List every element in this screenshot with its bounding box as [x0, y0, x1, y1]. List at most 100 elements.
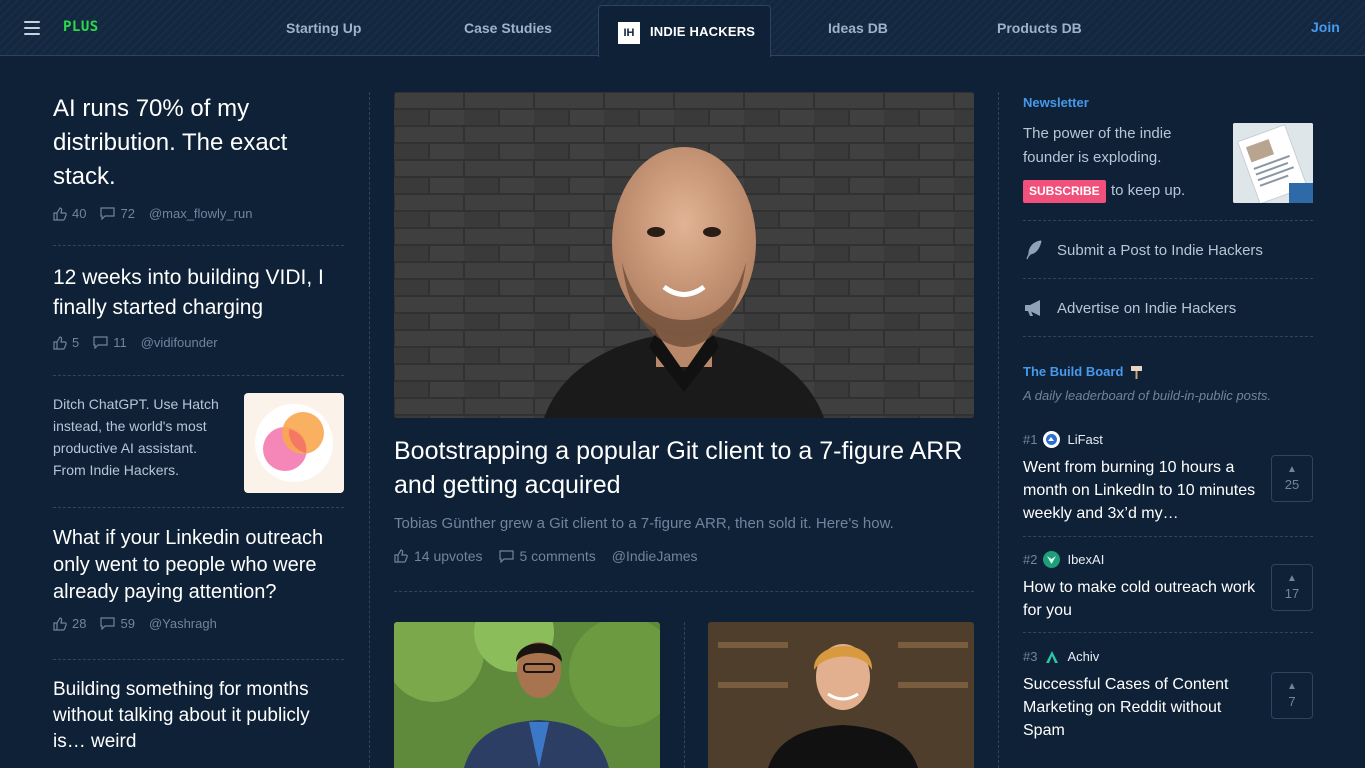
build-board-item-head: #2 IbexAI — [1023, 551, 1313, 568]
feather-icon — [1023, 240, 1045, 260]
feed-post: What if your Linkedin outreach only went… — [53, 525, 344, 631]
plus-logo[interactable]: PLUS — [63, 19, 99, 35]
post-title[interactable]: Building something for months without ta… — [53, 677, 344, 755]
comment-count[interactable]: 5 comments — [520, 548, 596, 564]
build-board-item: #3 Achiv Successful Cases of Content Mar… — [1023, 648, 1313, 742]
post-author[interactable]: @Yashragh — [149, 616, 217, 631]
join-link[interactable]: Join — [1311, 19, 1340, 35]
newsletter-preview-image[interactable] — [1233, 123, 1313, 203]
submit-post-label: Submit a Post to Indie Hackers — [1057, 241, 1263, 259]
nav-link-case-studies[interactable]: Case Studies — [464, 20, 552, 36]
like-count: 28 — [72, 616, 87, 631]
divider — [53, 659, 344, 660]
lifast-avatar-icon[interactable] — [1043, 431, 1061, 448]
chevron-up-icon: ▲ — [1287, 464, 1297, 475]
nav-link-products-db[interactable]: Products DB — [997, 20, 1082, 36]
divider — [1023, 536, 1313, 537]
thumbs-up-icon[interactable] — [394, 549, 408, 563]
product-name[interactable]: IbexAI — [1067, 552, 1104, 567]
product-name[interactable]: LiFast — [1067, 432, 1102, 447]
newsletter-label[interactable]: Newsletter — [1023, 95, 1089, 110]
build-board-title: The Build Board — [1023, 364, 1124, 379]
nav-link-starting-up[interactable]: Starting Up — [286, 20, 361, 36]
divider — [394, 591, 974, 592]
build-board-subtitle: A daily leaderboard of build-in-public p… — [1023, 388, 1272, 403]
divider — [1023, 278, 1313, 279]
post-title[interactable]: What if your Linkedin outreach only went… — [53, 525, 344, 606]
thumbs-up-icon[interactable] — [53, 206, 67, 221]
rank: #1 — [1023, 432, 1038, 447]
signpost-icon — [1130, 365, 1143, 379]
rank: #2 — [1023, 552, 1038, 567]
build-board-item: #1 LiFast Went from burning 10 hours a m… — [1023, 431, 1313, 525]
advertise-label: Advertise on Indie Hackers — [1057, 299, 1237, 317]
comment-count: 59 — [120, 616, 135, 631]
build-board-label[interactable]: The Build Board — [1023, 364, 1143, 379]
post-title[interactable]: 12 weeks into building VIDI, I finally s… — [53, 263, 344, 323]
build-board-item-head: #3 Achiv — [1023, 648, 1313, 665]
nav-link-ideas-db[interactable]: Ideas DB — [828, 20, 888, 36]
nav-tab-indie-hackers[interactable]: IH INDIE HACKERS — [598, 5, 771, 57]
build-board-post-title[interactable]: Went from burning 10 hours a month on Li… — [1023, 456, 1259, 525]
submit-post-link[interactable]: Submit a Post to Indie Hackers — [1023, 238, 1313, 262]
indie-hackers-logo-icon: IH — [618, 22, 640, 44]
post-author[interactable]: @vidifounder — [141, 335, 218, 350]
build-board-post-title[interactable]: How to make cold outreach work for you — [1023, 576, 1259, 622]
vote-count: 17 — [1284, 586, 1300, 601]
thumbs-up-icon[interactable] — [53, 335, 67, 350]
divider — [1023, 220, 1313, 221]
build-board-item: #2 IbexAI How to make cold outreach work… — [1023, 551, 1313, 622]
advertise-link[interactable]: Advertise on Indie Hackers — [1023, 296, 1313, 320]
newsletter-text: The power of the indie founder is explod… — [1023, 125, 1172, 166]
upvote-button[interactable]: ▲ 17 — [1271, 564, 1313, 611]
product-name[interactable]: Achiv — [1067, 649, 1099, 664]
upvote-button[interactable]: ▲ 7 — [1271, 672, 1313, 719]
rank: #3 — [1023, 649, 1038, 664]
sponsored-ad: Ditch ChatGPT. Use Hatch instead, the wo… — [53, 393, 344, 493]
feed-post: AI runs 70% of my distribution. The exac… — [53, 92, 344, 221]
comment-count: 11 — [113, 335, 127, 350]
divider — [53, 375, 344, 376]
featured-post-title[interactable]: Bootstrapping a popular Git client to a … — [394, 434, 974, 502]
divider — [53, 245, 344, 246]
divider — [53, 507, 344, 508]
post-meta: 5 11 @vidifounder — [53, 335, 344, 350]
newsletter-suffix: to keep up. — [1111, 182, 1186, 199]
post-thumbnail[interactable] — [394, 622, 660, 768]
post-author[interactable]: @IndieJames — [612, 548, 698, 564]
post-title[interactable]: AI runs 70% of my distribution. The exac… — [53, 92, 344, 194]
post-meta: 28 59 @Yashragh — [53, 616, 344, 631]
chevron-up-icon: ▲ — [1287, 573, 1297, 584]
featured-post-meta: 14 upvotes 5 comments @IndieJames — [394, 548, 698, 564]
post-meta: 40 72 @max_flowly_run — [53, 206, 344, 221]
subscribe-button[interactable]: SUBSCRIBE — [1023, 180, 1106, 203]
column-divider — [998, 92, 999, 768]
comment-icon[interactable] — [100, 617, 116, 630]
feed-post: Building something for months without ta… — [53, 677, 344, 755]
post-author[interactable]: @max_flowly_run — [149, 206, 253, 221]
comment-count: 72 — [120, 206, 135, 221]
divider — [1023, 336, 1313, 337]
like-count: 5 — [72, 335, 80, 350]
comment-icon[interactable] — [100, 207, 116, 220]
comment-icon[interactable] — [498, 549, 514, 563]
thumbs-up-icon[interactable] — [53, 616, 67, 631]
upvote-button[interactable]: ▲ 25 — [1271, 455, 1313, 502]
menu-icon[interactable] — [24, 21, 40, 35]
ibexai-avatar-icon[interactable] — [1043, 551, 1061, 568]
achiv-avatar-icon[interactable] — [1043, 648, 1060, 665]
comment-icon[interactable] — [93, 336, 108, 349]
vote-count: 25 — [1284, 477, 1300, 492]
vote-count: 7 — [1288, 694, 1296, 709]
hatch-logo-image[interactable] — [244, 393, 344, 493]
ad-text[interactable]: Ditch ChatGPT. Use Hatch instead, the wo… — [53, 393, 233, 481]
nav-tab-label: INDIE HACKERS — [650, 24, 756, 39]
featured-post-description: Tobias Günther grew a Git client to a 7-… — [394, 515, 894, 532]
like-count: 40 — [72, 206, 87, 221]
column-divider — [684, 622, 685, 768]
post-thumbnail[interactable] — [708, 622, 974, 768]
hero-photo[interactable] — [394, 92, 974, 418]
megaphone-icon — [1023, 299, 1045, 317]
column-divider — [369, 92, 370, 768]
build-board-post-title[interactable]: Successful Cases of Content Marketing on… — [1023, 673, 1259, 742]
